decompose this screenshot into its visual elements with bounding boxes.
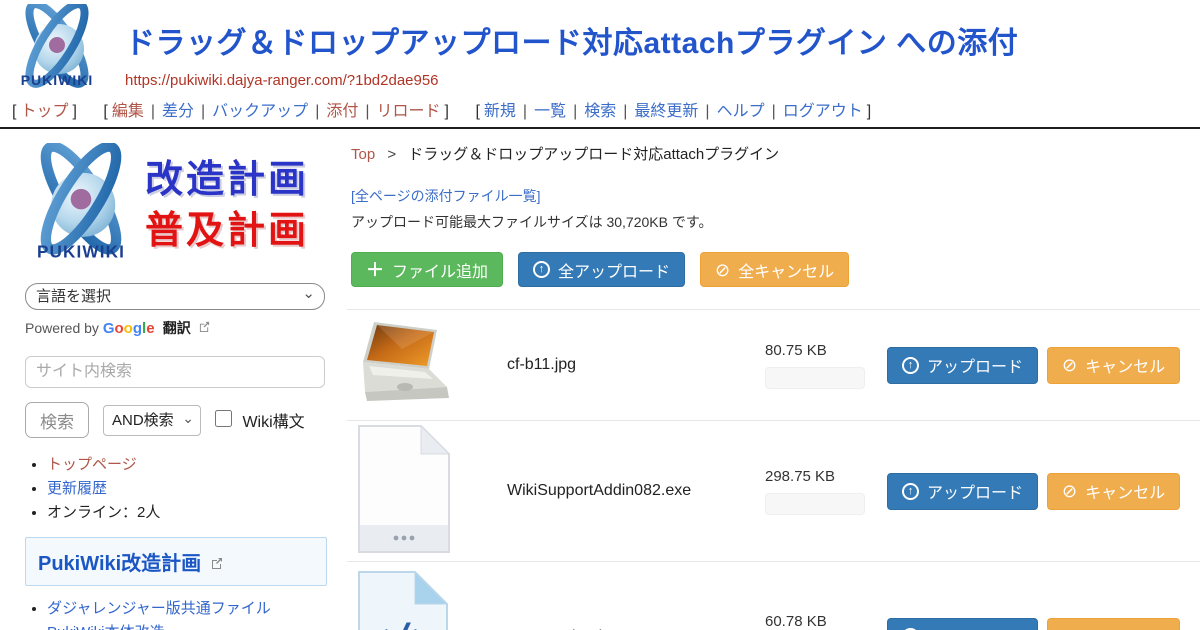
file-row: </> contents.html 60.78 KB ↑ アップロード ⊘ キャ… — [347, 561, 1200, 630]
cancel-button[interactable]: ⊘ キャンセル — [1047, 347, 1180, 384]
sidebar-item-top-page[interactable]: トップページ — [47, 456, 137, 473]
file-row: WikiSupportAddin082.exe 298.75 KB ↑ アップロ… — [347, 420, 1200, 561]
file-size: 80.75 KB — [765, 342, 885, 359]
wiki-syntax-checkbox[interactable] — [215, 410, 232, 427]
sidebar-item-common-files[interactable]: ダジャレンジャー版共通ファイル — [47, 600, 271, 617]
list-item: ダジャレンジャー版共通ファイル — [47, 598, 327, 620]
file-row: cf-b11.jpg 80.75 KB ↑ アップロード ⊘ キャンセル — [347, 309, 1200, 420]
wiki-syntax-label: Wiki構文 — [242, 414, 304, 431]
top-nav: [トップ] [編集|差分|バックアップ|添付|リロード] [新規|一覧|検索|最… — [0, 97, 1200, 123]
pukiwiki-logo[interactable]: PUKIWIKI — [8, 4, 106, 101]
cancel-button[interactable]: ⊘ キャンセル — [1047, 618, 1180, 630]
max-filesize-note: アップロード可能最大ファイルサイズは 30,720KB です。 — [351, 212, 1200, 232]
site-header: PUKIWIKI ドラッグ＆ドロップアップロード対応attachプラグイン への… — [0, 0, 1200, 97]
circle-arrow-up-icon: ↑ — [902, 483, 919, 500]
nav-top[interactable]: トップ — [20, 103, 68, 120]
banner-line-2: 普及計画 — [145, 206, 309, 257]
upload-progress-bar — [765, 367, 865, 389]
nav-edit[interactable]: 編集 — [112, 103, 144, 120]
laptop-photo-thumbnail — [357, 319, 457, 407]
atom-logo-icon: PUKIWIKI — [8, 4, 106, 96]
svg-text:</>: </> — [365, 616, 437, 630]
upload-all-button[interactable]: ↑ 全アップロード — [518, 252, 685, 287]
add-files-button[interactable]: ＋ ファイル追加 — [351, 252, 503, 287]
list-item: PukiWiki本体改造 — [47, 622, 327, 630]
page-title: ドラッグ＆ドロップアップロード対応attachプラグイン への添付 — [125, 18, 1018, 62]
main-content: Top > ドラッグ＆ドロップアップロード対応attachプラグイン [全ページ… — [345, 129, 1200, 630]
nav-search[interactable]: 検索 — [584, 103, 616, 120]
upload-button[interactable]: ↑ アップロード — [887, 473, 1038, 510]
list-item: 更新履歴 — [47, 478, 327, 500]
svg-text:PUKIWIKI: PUKIWIKI — [21, 72, 94, 88]
nav-attach[interactable]: 添付 — [326, 103, 358, 120]
site-search-input[interactable] — [25, 356, 325, 388]
sidebar-heading-kaizou[interactable]: PukiWiki改造計画 — [25, 537, 327, 586]
breadcrumb-top-link[interactable]: Top — [351, 146, 375, 163]
upload-button[interactable]: ↑ アップロード — [887, 618, 1038, 630]
svg-text:PUKIWIKI: PUKIWIKI — [37, 241, 125, 261]
html-code-file-icon: </> — [357, 570, 449, 630]
atom-logo-icon: PUKIWIKI — [25, 143, 137, 269]
upload-button[interactable]: ↑ アップロード — [887, 347, 1038, 384]
cancel-button[interactable]: ⊘ キャンセル — [1047, 473, 1180, 510]
file-name: cf-b11.jpg — [507, 356, 765, 374]
external-link-icon — [211, 552, 223, 575]
nav-help[interactable]: ヘルプ — [717, 103, 765, 120]
ban-circle-icon: ⊘ — [715, 261, 730, 279]
sidebar-links-plugins: ダジャレンジャー版共通ファイル PukiWiki本体改造 PukiWikiテキス… — [47, 598, 327, 630]
language-select[interactable]: 言語を選択 — [25, 283, 325, 310]
plus-icon: ＋ — [366, 261, 384, 279]
banner-text: 改造計画 普及計画 — [145, 155, 309, 258]
list-item: トップページ — [47, 454, 327, 476]
list-item: オンライン：2人 — [47, 502, 327, 524]
nav-backup[interactable]: バックアップ — [212, 103, 308, 120]
search-button[interactable]: 検索 — [25, 402, 89, 438]
banner-line-1: 改造計画 — [145, 155, 309, 206]
page-url-link[interactable]: https://pukiwiki.dajya-ranger.com/?1bd2d… — [125, 72, 439, 89]
nav-diff[interactable]: 差分 — [162, 103, 194, 120]
sidebar-item-update-history[interactable]: 更新履歴 — [47, 480, 107, 497]
sidebar-item-core-mods[interactable]: PukiWiki本体改造 — [47, 624, 165, 630]
file-size: 60.78 KB — [765, 613, 885, 630]
nav-reload[interactable]: リロード — [377, 103, 441, 120]
sidebar-banner[interactable]: PUKIWIKI 改造計画 普及計画 — [25, 143, 327, 269]
search-mode-select[interactable]: AND検索 — [103, 405, 201, 436]
sidebar: PUKIWIKI 改造計画 普及計画 言語を選択 ⌄ Powered by Go… — [0, 129, 345, 630]
google-logo: Google — [103, 320, 159, 337]
file-name: WikiSupportAddin082.exe — [507, 482, 765, 500]
breadcrumb-current: ドラッグ＆ドロップアップロード対応attachプラグイン — [408, 146, 779, 163]
circle-arrow-up-icon: ↑ — [902, 357, 919, 374]
nav-new[interactable]: 新規 — [484, 103, 516, 120]
sidebar-links-primary: トップページ 更新履歴 オンライン：2人 — [47, 454, 327, 523]
upload-toolbar: ＋ ファイル追加 ↑ 全アップロード ⊘ 全キャンセル — [351, 252, 1200, 287]
ban-circle-icon: ⊘ — [1062, 356, 1077, 374]
breadcrumb: Top > ドラッグ＆ドロップアップロード対応attachプラグイン — [347, 137, 1200, 164]
circle-arrow-up-icon: ↑ — [533, 261, 550, 278]
file-size: 298.75 KB — [765, 468, 885, 485]
cancel-all-button[interactable]: ⊘ 全キャンセル — [700, 252, 849, 287]
nav-logout[interactable]: ログアウト — [783, 103, 863, 120]
all-attachments-link[interactable]: [全ページの添付ファイル一覧] — [351, 186, 541, 206]
external-link-icon — [199, 319, 210, 335]
upload-progress-bar — [765, 493, 865, 515]
online-count: オンライン：2人 — [47, 504, 160, 521]
ban-circle-icon: ⊘ — [1062, 482, 1077, 500]
nav-recent[interactable]: 最終更新 — [634, 103, 698, 120]
nav-list[interactable]: 一覧 — [534, 103, 566, 120]
generic-file-icon — [357, 424, 451, 554]
google-translate-credit: Powered by Google 翻訳 — [25, 318, 327, 338]
